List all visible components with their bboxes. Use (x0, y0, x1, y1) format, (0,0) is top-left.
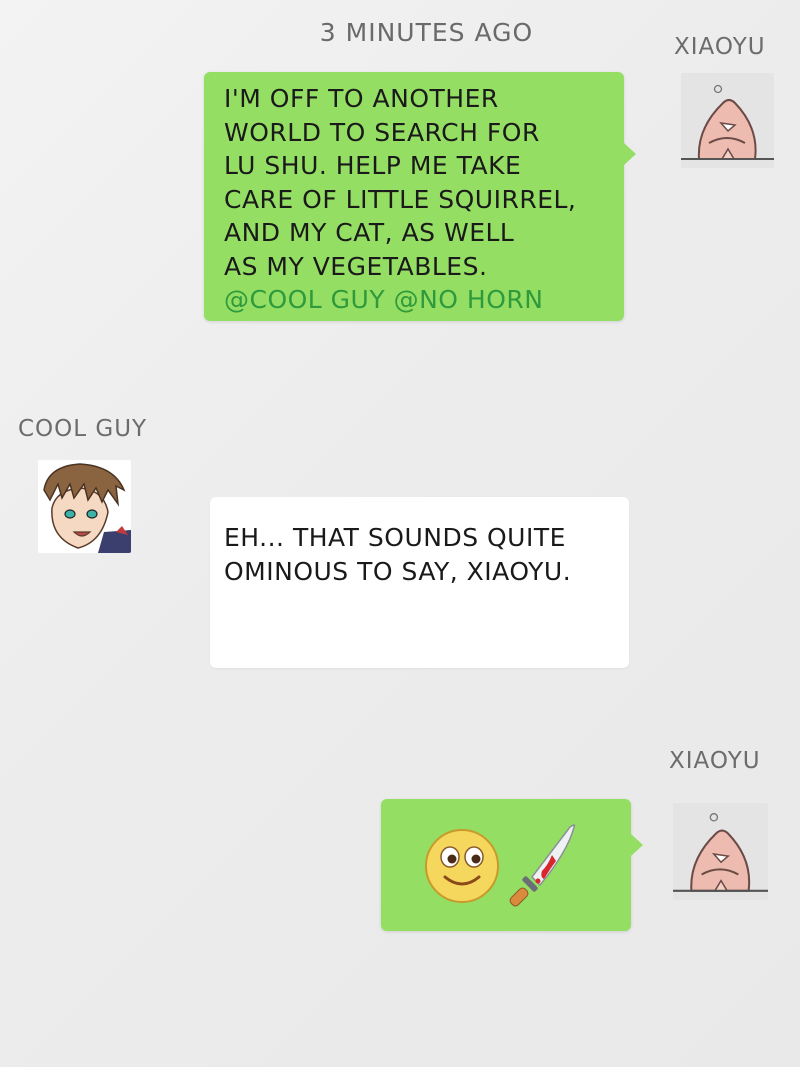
message-text-line: CARE OF LITTLE SQUIRREL, (224, 184, 577, 214)
message-text-line: EH... THAT SOUNDS QUITE (224, 523, 566, 552)
message-text-line: OMINOUS TO SAY, XIAOYU. (224, 556, 572, 586)
message-text-line: LU SHU. HELP ME TAKE (224, 151, 522, 180)
sender-name-xiaoyu: XIAOYU (669, 748, 761, 774)
cartoon-face-icon (681, 73, 774, 168)
message-bubble-1[interactable]: I'M OFF TO ANOTHER WORLD TO SEARCH FOR L… (204, 72, 636, 321)
message-text-line: AND MY CAT, AS WELL (224, 218, 515, 247)
message-bubble-2[interactable]: EH... THAT SOUNDS QUITE OMINOUS TO SAY, … (210, 497, 629, 668)
cartoon-face-icon (673, 803, 768, 900)
sender-name-cool-guy: COOL GUY (18, 416, 148, 442)
mention-text[interactable]: @COOL GUY @NO HORN (224, 283, 624, 317)
message-text-line: AS MY VEGETABLES. (224, 251, 488, 281)
smile-emoji-icon (423, 827, 501, 905)
avatar-cool-guy[interactable] (38, 460, 131, 553)
bubble-tail (631, 834, 643, 856)
message-text-line: WORLD TO SEARCH FOR (224, 117, 540, 147)
avatar-xiaoyu[interactable] (681, 73, 774, 168)
message-bubble-3[interactable] (381, 799, 643, 931)
message-text-line: I'M OFF TO ANOTHER (224, 84, 499, 113)
sender-name-xiaoyu: XIAOYU (674, 34, 766, 60)
anime-boy-icon (38, 460, 131, 553)
bloody-knife-icon (508, 821, 580, 911)
bubble-tail (624, 143, 636, 165)
avatar-xiaoyu[interactable] (673, 803, 768, 900)
